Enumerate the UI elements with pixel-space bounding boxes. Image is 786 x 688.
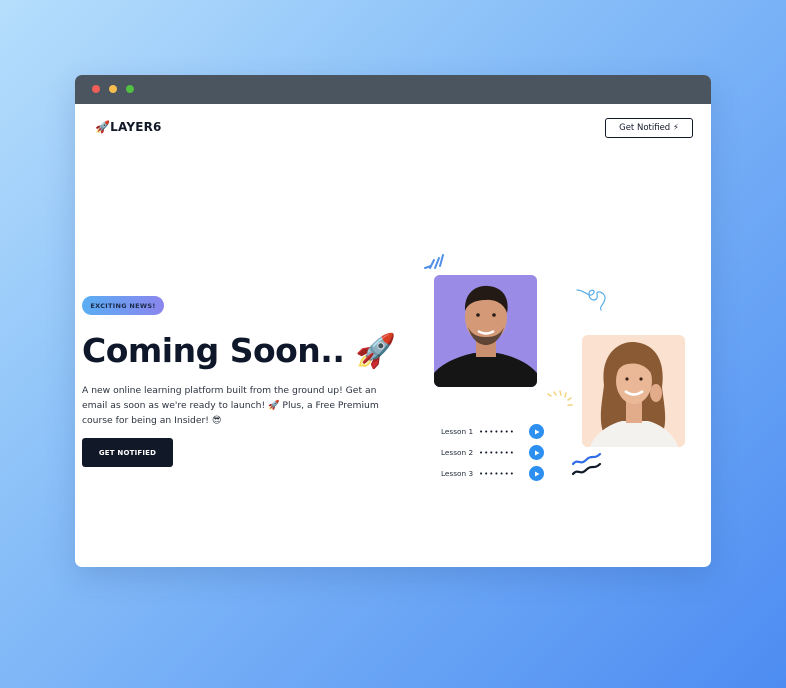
browser-window: 🚀LAYER6 Get Notified ⚡ EXCITING NEWS! Co… [75, 75, 711, 567]
maximize-window-dot[interactable] [126, 85, 134, 93]
zigzag-lines-icon [571, 452, 602, 476]
instructor-photo-man [434, 275, 537, 387]
page-title: Coming Soon.. 🚀 [82, 331, 396, 370]
play-icon[interactable] [529, 466, 544, 481]
lesson-item[interactable]: Lesson 1 ••••••• [441, 421, 551, 442]
burst-lines-icon [547, 390, 573, 406]
loop-squiggle-icon [576, 289, 606, 311]
brand-logo[interactable]: 🚀LAYER6 [95, 120, 162, 134]
play-icon[interactable] [529, 424, 544, 439]
minimize-window-dot[interactable] [109, 85, 117, 93]
play-icon[interactable] [529, 445, 544, 460]
hero-description: A new online learning platform built fro… [82, 385, 379, 426]
lesson-progress-dots: ••••••• [479, 448, 515, 457]
lesson-item[interactable]: Lesson 2 ••••••• [441, 442, 551, 463]
instructor-photo-woman [582, 335, 685, 447]
lesson-list: Lesson 1 ••••••• Lesson 2 ••••••• Lesson… [441, 421, 551, 484]
landing-page: 🚀LAYER6 Get Notified ⚡ EXCITING NEWS! Co… [75, 104, 711, 567]
lesson-item[interactable]: Lesson 3 ••••••• [441, 463, 551, 484]
close-window-dot[interactable] [92, 85, 100, 93]
lesson-label: Lesson 3 [441, 469, 474, 478]
lesson-progress-dots: ••••••• [479, 427, 515, 436]
lesson-label: Lesson 1 [441, 427, 474, 436]
window-titlebar [75, 75, 711, 104]
lesson-label: Lesson 2 [441, 448, 474, 457]
sparkle-lines-icon [424, 254, 444, 269]
exciting-news-badge: EXCITING NEWS! [82, 296, 164, 315]
get-notified-cta-button[interactable]: GET NOTIFIED [82, 438, 173, 467]
get-notified-nav-button[interactable]: Get Notified ⚡ [605, 118, 693, 138]
lesson-progress-dots: ••••••• [479, 469, 515, 478]
